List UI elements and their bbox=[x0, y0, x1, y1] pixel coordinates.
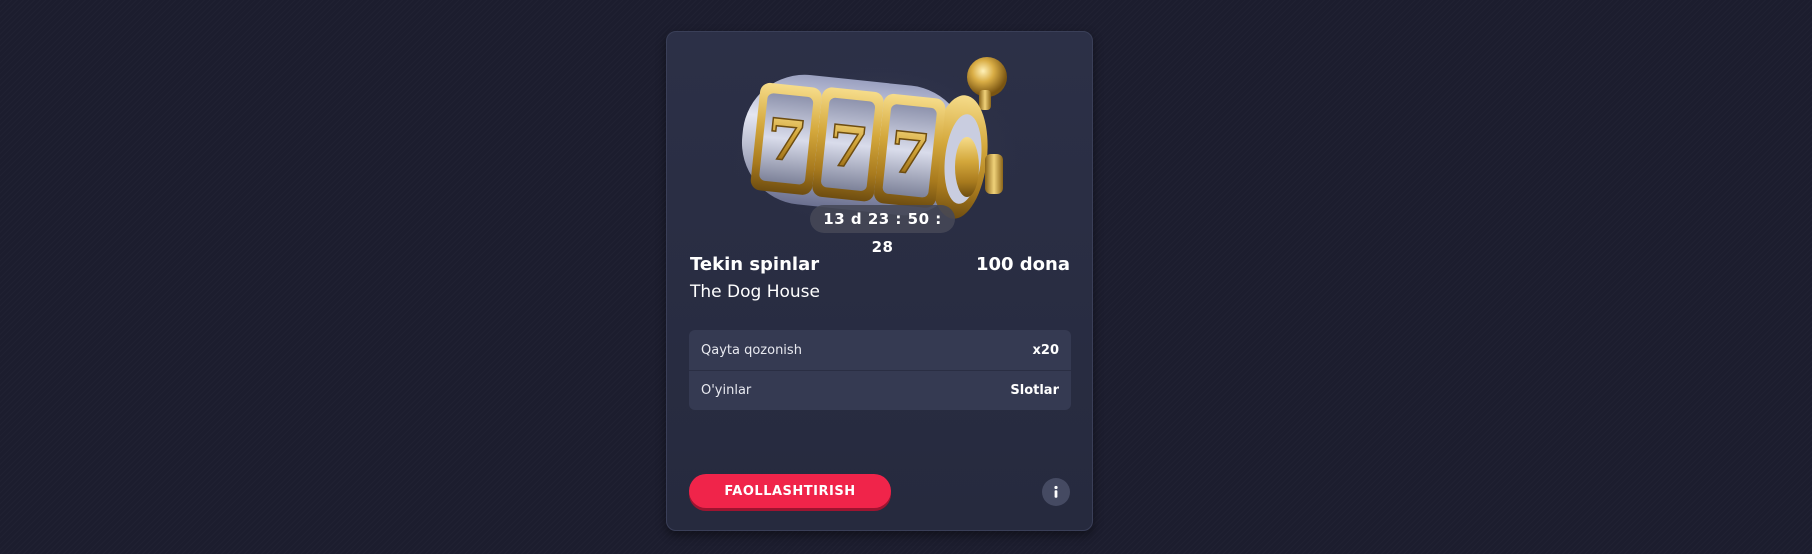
slot-machine-image: 7 7 7 13 d 23 : 50 : 28 bbox=[667, 32, 1092, 256]
bonus-title: Tekin spinlar bbox=[690, 254, 820, 275]
countdown-timer: 13 d 23 : 50 : 28 bbox=[810, 205, 955, 256]
svg-text:7: 7 bbox=[763, 106, 809, 176]
activate-button[interactable]: FAOLLASHTIRISH bbox=[689, 474, 891, 508]
bonus-card: 7 7 7 13 d 23 : 50 : 28 Tekin spinlar 10… bbox=[666, 31, 1093, 531]
detail-row-games: O'yinlar Slotlar bbox=[689, 370, 1071, 410]
info-icon bbox=[1054, 485, 1058, 498]
info-button[interactable] bbox=[1042, 478, 1070, 506]
detail-row-wager: Qayta qozonish x20 bbox=[689, 330, 1071, 370]
bonus-amount: 100 dona bbox=[975, 254, 1070, 275]
svg-text:7: 7 bbox=[887, 119, 933, 189]
svg-text:7: 7 bbox=[825, 113, 871, 183]
detail-value: x20 bbox=[1032, 342, 1059, 358]
detail-label: Qayta qozonish bbox=[701, 342, 802, 358]
bonus-details: Qayta qozonish x20 O'yinlar Slotlar bbox=[689, 330, 1071, 410]
detail-label: O'yinlar bbox=[701, 383, 752, 398]
detail-value: Slotlar bbox=[1010, 383, 1059, 398]
game-name: The Dog House bbox=[690, 282, 820, 302]
